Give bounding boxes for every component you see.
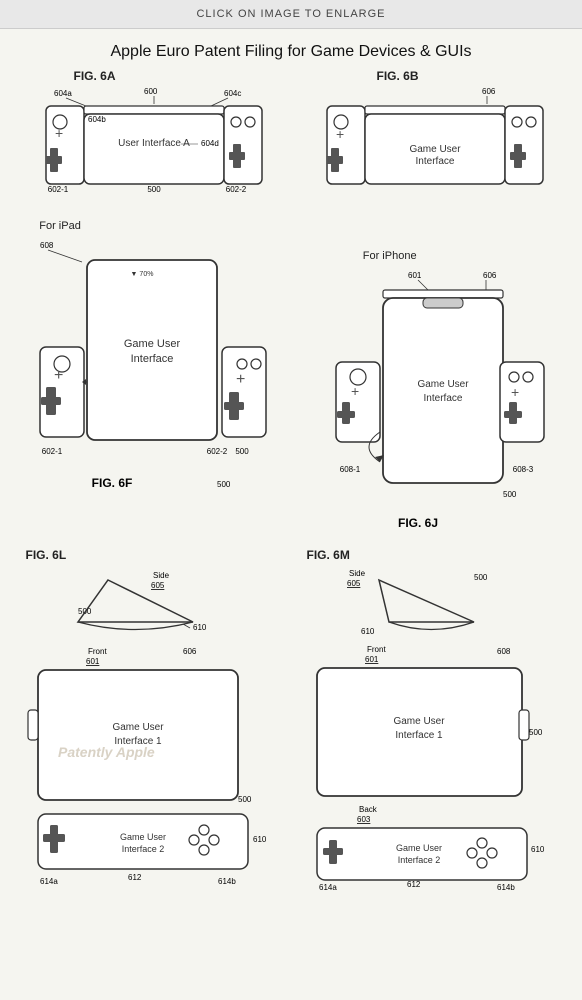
ui-6m-front2: Interface 1	[395, 730, 443, 741]
ann-608-1: 608-1	[340, 465, 361, 474]
ann-614b-6l: 614b	[218, 877, 236, 886]
ann-601-6j: 601	[408, 271, 422, 280]
ui-label-6f: Game User	[124, 338, 181, 350]
ann-604c: 604c	[224, 89, 241, 98]
ann-610-6l: 610	[253, 835, 267, 844]
ann-610-6m: 610	[361, 627, 375, 636]
plus-iphone-left: +	[351, 383, 359, 399]
ann-608: 608	[40, 241, 54, 250]
fig-6f-svg: 608 ▼ 70% Game User Interface +	[32, 232, 282, 522]
top-banner[interactable]: CLICK ON IMAGE TO ENLARGE	[0, 0, 582, 29]
ann-500-6j: 500	[503, 490, 517, 499]
fig-6b-block: FIG. 6B 606 + Game User Interface	[317, 69, 547, 214]
ann-602-2-6f: 602-2	[207, 447, 228, 456]
fig-6f-label: FIG. 6F	[91, 476, 132, 490]
ann-side-6l: Side	[153, 571, 170, 580]
ann-500-6l: 500	[238, 795, 252, 804]
fig-6m-block: FIG. 6M Side 605 500 610 Front 601 608	[297, 548, 567, 892]
ui-label-6j: Game User	[417, 379, 469, 390]
ann-600: 600	[144, 87, 158, 96]
ann-608-3: 608-3	[513, 465, 534, 474]
fig-row-3: FIG. 6L Side 605 500 610 Front 601 606	[10, 548, 572, 892]
ann-side-6m: Side	[349, 569, 366, 578]
fig-6a-block: FIG. 6A 604a 600 604c +	[36, 69, 266, 214]
ann-603-6m: 603	[357, 815, 371, 824]
fig-6j-svg: 601 606 Game User Interface +	[328, 262, 548, 552]
fig-6l-label: FIG. 6L	[26, 548, 67, 562]
ann-610-6m-bottom: 610	[531, 845, 545, 854]
page-title: Apple Euro Patent Filing for Game Device…	[0, 29, 582, 69]
fig-6l-block: FIG. 6L Side 605 500 610 Front 601 606	[16, 548, 286, 892]
fig-6b-svg: 606 + Game User Interface	[317, 84, 547, 214]
ann-612-6l: 612	[128, 873, 142, 882]
ui-6m-back2: Interface 2	[398, 855, 441, 865]
fig-6j-for: For iPhone	[363, 250, 417, 262]
ui-label-6f2: Interface	[130, 353, 173, 365]
plus-ipad-left: +	[54, 367, 63, 384]
plus-ipad-right: +	[236, 371, 245, 388]
ann-back-6m: Back	[359, 805, 378, 814]
ui-6l-back2: Interface 2	[122, 844, 165, 854]
banner-text: CLICK ON IMAGE TO ENLARGE	[196, 8, 385, 20]
plus-iphone-right: +	[511, 384, 519, 400]
ann-614a-6m: 614a	[319, 883, 337, 892]
ann-604b: 604b	[88, 115, 106, 124]
ann-602-1-6f: 602-1	[42, 447, 63, 456]
plus-left: +	[55, 125, 63, 141]
ui-6l-front: Game User	[112, 722, 164, 733]
ann-604d: 604d	[201, 139, 219, 148]
ui-6m-back: Game User	[396, 843, 442, 853]
wifi-icon: ▼ 70%	[130, 271, 153, 278]
ann-500-6m: 500	[474, 573, 488, 582]
fig-6a-title: FIG. 6A	[74, 69, 116, 83]
ann-608-6m: 608	[497, 647, 511, 656]
fig-6f-for: For iPad	[39, 220, 81, 232]
fig-6l-svg: Side 605 500 610 Front 601 606	[18, 562, 283, 892]
ann-605-6m: 605	[347, 579, 361, 588]
ann-601-6l: 601	[86, 657, 100, 666]
ann-612-6m: 612	[407, 880, 421, 889]
ui-label-6a: User Interface A	[118, 138, 190, 149]
fig-6a-svg: 604a 600 604c + User Interface	[36, 84, 266, 214]
ann-606-6l: 606	[183, 647, 197, 656]
ann-front-6l: Front	[88, 647, 107, 656]
ann-602-2: 602-2	[225, 185, 246, 194]
fig-6f-block: For iPad 608 ▼ 70% Game User Interface +	[29, 220, 284, 522]
plus-left-6b: +	[336, 126, 344, 142]
ann-604a: 604a	[54, 89, 72, 98]
ann-606: 606	[482, 87, 496, 96]
ann-500-6a: 500	[147, 185, 161, 194]
watermark-6l: Patently Apple	[58, 744, 155, 760]
ui-6m-front: Game User	[393, 716, 445, 727]
ann-500-6f: 500	[235, 447, 249, 456]
ann-front-6m: Front	[367, 645, 386, 654]
ann-614a-6l: 614a	[40, 877, 58, 886]
ui-label-6b2: Interface	[415, 156, 454, 167]
ann-605-6l: 605	[151, 581, 165, 590]
ann-606-6j: 606	[483, 271, 497, 280]
content-area: FIG. 6A 604a 600 604c +	[0, 69, 582, 928]
ann-614b-6m: 614b	[497, 883, 515, 892]
ann-500-6m-right: 500	[529, 728, 543, 737]
fig-6a-label: FIG. 6A	[74, 69, 116, 83]
fig-6m-svg: Side 605 500 610 Front 601 608 Game User	[299, 562, 564, 892]
ui-label-6j2: Interface	[423, 393, 462, 404]
fig-row-2: For iPad 608 ▼ 70% Game User Interface +	[10, 220, 572, 552]
ann-610-6l-top: 610	[193, 623, 207, 632]
ui-6l-back: Game User	[120, 832, 166, 842]
ann-601-6m: 601	[365, 655, 379, 664]
fig-6m-label: FIG. 6M	[307, 548, 350, 562]
ann-500-6f2: 500	[217, 480, 231, 489]
ann-602-1: 602-1	[47, 185, 68, 194]
fig-6j-block: For iPhone 601 606 Game User Interface	[323, 220, 553, 552]
fig-6j-label: FIG. 6J	[398, 516, 438, 530]
fig-6b-title: FIG. 6B	[377, 69, 419, 83]
ui-label-6b: Game User	[409, 144, 461, 155]
fig-row-1: FIG. 6A 604a 600 604c +	[10, 69, 572, 214]
